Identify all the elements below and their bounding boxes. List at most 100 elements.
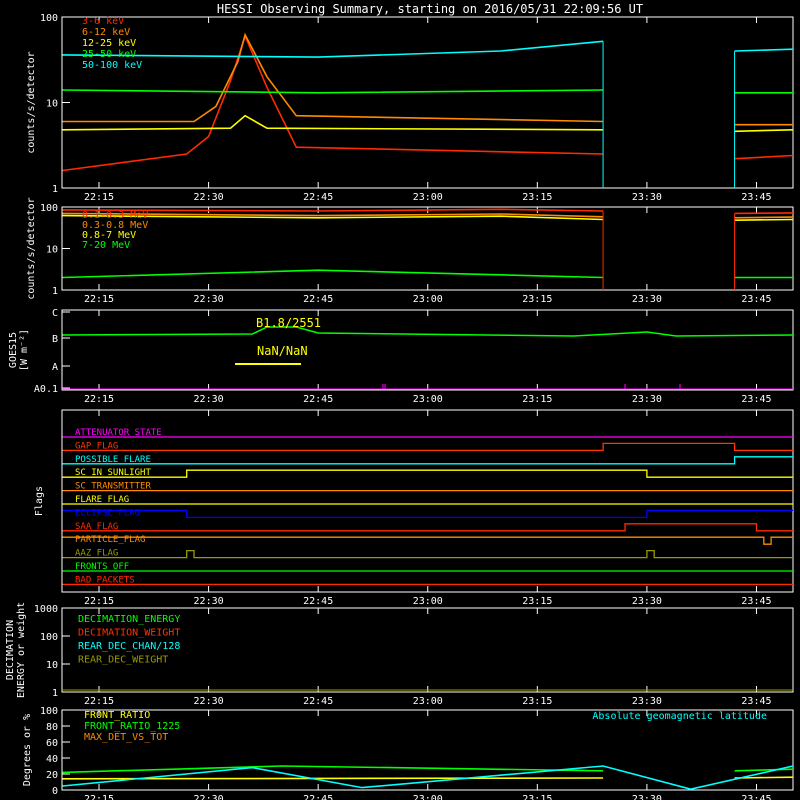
x-tick-label: 22:30: [194, 696, 224, 707]
y-tick-label: B: [52, 334, 58, 345]
x-tick-label: 23:30: [632, 794, 662, 800]
x-tick-label: 23:15: [522, 596, 552, 607]
geomagnetic-latitude-label: Absolute geomagnetic latitude: [592, 711, 767, 722]
legend-entry: REAR_DEC_WEIGHT: [78, 655, 168, 666]
x-tick-label: 23:00: [413, 794, 443, 800]
flag-label: SAA_FLAG: [75, 522, 118, 532]
chart-title: HESSI Observing Summary, starting on 201…: [217, 2, 643, 16]
x-tick-label: 23:00: [413, 394, 443, 405]
series-line: [734, 129, 794, 133]
x-tick-label: 23:45: [741, 794, 771, 800]
hessi-summary-figure: HESSI Observing Summary, starting on 201…: [5, 2, 794, 800]
flags-panel: 22:15 22:30 22:45 23:00 23:15 23:30 23:45 Flags…: [34, 409, 794, 607]
y-tick-label: 10: [46, 245, 58, 256]
y-tick-label: 1000: [34, 604, 58, 615]
gamma-panel: 22:15 22:30 22:45 23:00 23:15 23:30 23:45 count…: [26, 197, 794, 305]
x-tick-label: 22:45: [303, 794, 333, 800]
x-tick-label: 22:30: [194, 192, 224, 203]
y-tick-label: C: [52, 308, 58, 319]
legend-entry: 12-25 keV: [82, 38, 136, 49]
flag-label: PARTICLE_FLAG: [75, 535, 145, 545]
goes-panel-frame: [61, 309, 794, 391]
flag-label: BAD_PACKETS: [75, 575, 135, 585]
y-axis-label: DECIMATION: [5, 620, 16, 680]
flag-line: [62, 509, 793, 519]
y-tick-label: A: [52, 362, 58, 373]
y-tick-label: 100: [40, 706, 58, 717]
y-axis-label: Degrees or %: [22, 714, 33, 786]
y-axis-label: [W m⁻²]: [19, 329, 30, 371]
x-tick-label: 23:45: [741, 596, 771, 607]
x-tick-label: 22:45: [303, 192, 333, 203]
flag-line: [62, 456, 793, 465]
series-line: [62, 765, 604, 774]
x-tick-label: 23:00: [413, 294, 443, 305]
flag-label: POSSIBLE_FLARE: [75, 455, 151, 465]
x-tick-label: 23:30: [632, 394, 662, 405]
y-axis-label: GOES15: [8, 332, 19, 368]
x-tick-label: 23:30: [632, 596, 662, 607]
x-tick-label: 22:30: [194, 294, 224, 305]
x-tick-label: 22:45: [303, 394, 333, 405]
legend-entry: FRONT_RATIO: [84, 710, 150, 721]
legend-entry: REAR_DEC_CHAN/128: [78, 641, 180, 652]
goes-peak-label: B1.8/2551: [256, 316, 321, 330]
flag-label: ECLIPSE_FLAG: [75, 508, 140, 518]
legend-entry: 25-50 keV: [82, 49, 136, 60]
legend-entry: 7-20 MeV: [82, 240, 130, 251]
legend-entry: DECIMATION_ENERGY: [78, 614, 180, 625]
flag-line: [62, 536, 793, 545]
x-tick-label: 23:30: [632, 294, 662, 305]
x-tick-label: 22:15: [84, 696, 114, 707]
x-tick-label: 23:15: [522, 696, 552, 707]
flag-label: AAZ_FLAG: [75, 549, 118, 559]
series-line: [62, 114, 604, 131]
y-tick-label: 80: [46, 722, 58, 733]
flag-label: FLARE_FLAG: [75, 495, 129, 505]
x-tick-label: 22:15: [84, 794, 114, 800]
series-line: [62, 32, 604, 123]
flag-line: [62, 549, 793, 559]
x-tick-label: 22:15: [84, 192, 114, 203]
y-tick-label: 0: [52, 786, 58, 797]
x-tick-label: 23:00: [413, 696, 443, 707]
y-tick-label: 1: [52, 688, 58, 699]
x-tick-label: 23:00: [413, 596, 443, 607]
series-line: [734, 216, 794, 219]
series-line: [62, 40, 604, 58]
y-tick-label: 1: [52, 286, 58, 297]
series-line: [734, 154, 794, 160]
x-tick-label: 23:45: [741, 294, 771, 305]
x-tick-label: 23:30: [632, 192, 662, 203]
y-tick-label: A0.1: [34, 384, 58, 395]
x-tick-label: 22:15: [84, 394, 114, 405]
x-tick-label: 22:45: [303, 596, 333, 607]
y-axis-label: Flags: [34, 486, 45, 516]
x-tick-label: 22:45: [303, 696, 333, 707]
x-tick-label: 23:00: [413, 192, 443, 203]
flag-label: SC_IN_SUNLIGHT: [75, 468, 151, 478]
legend-entry: FRONT_RATIO_1225: [84, 721, 180, 732]
y-axis-label: counts/s/detector: [26, 197, 37, 299]
flag-line: [62, 523, 793, 532]
series-line: [734, 212, 794, 215]
y-tick-label: 1: [52, 184, 58, 195]
x-tick-label: 22:45: [303, 294, 333, 305]
x-tick-label: 23:15: [522, 192, 552, 203]
xray-panel: 22:15 22:30 22:45 23:00 23:15 23:30 23:45 count…: [26, 13, 794, 203]
y-tick-label: 100: [40, 632, 58, 643]
y-axis-label: counts/s/detector: [26, 51, 37, 153]
x-tick-label: 22:30: [194, 794, 224, 800]
legend-entry: 3-6 keV: [82, 16, 124, 27]
decimation-panel: 22:15 22:30 22:45 23:00 23:15 23:30 23:45 DECIM…: [5, 602, 794, 707]
y-tick-label: 10: [46, 660, 58, 671]
x-tick-label: 23:15: [522, 794, 552, 800]
legend-entry: 50-100 keV: [82, 60, 142, 71]
plot-layer: 22:15 22:30 22:45 23:00 23:15 23:30 23:45 count…: [5, 13, 794, 800]
series-line: [62, 269, 604, 279]
x-tick-label: 23:45: [741, 192, 771, 203]
goes-line: [62, 326, 794, 337]
y-tick-label: 10: [46, 99, 58, 110]
series-line: [734, 48, 794, 52]
flag-label: SC_TRANSMITTER: [75, 482, 151, 492]
